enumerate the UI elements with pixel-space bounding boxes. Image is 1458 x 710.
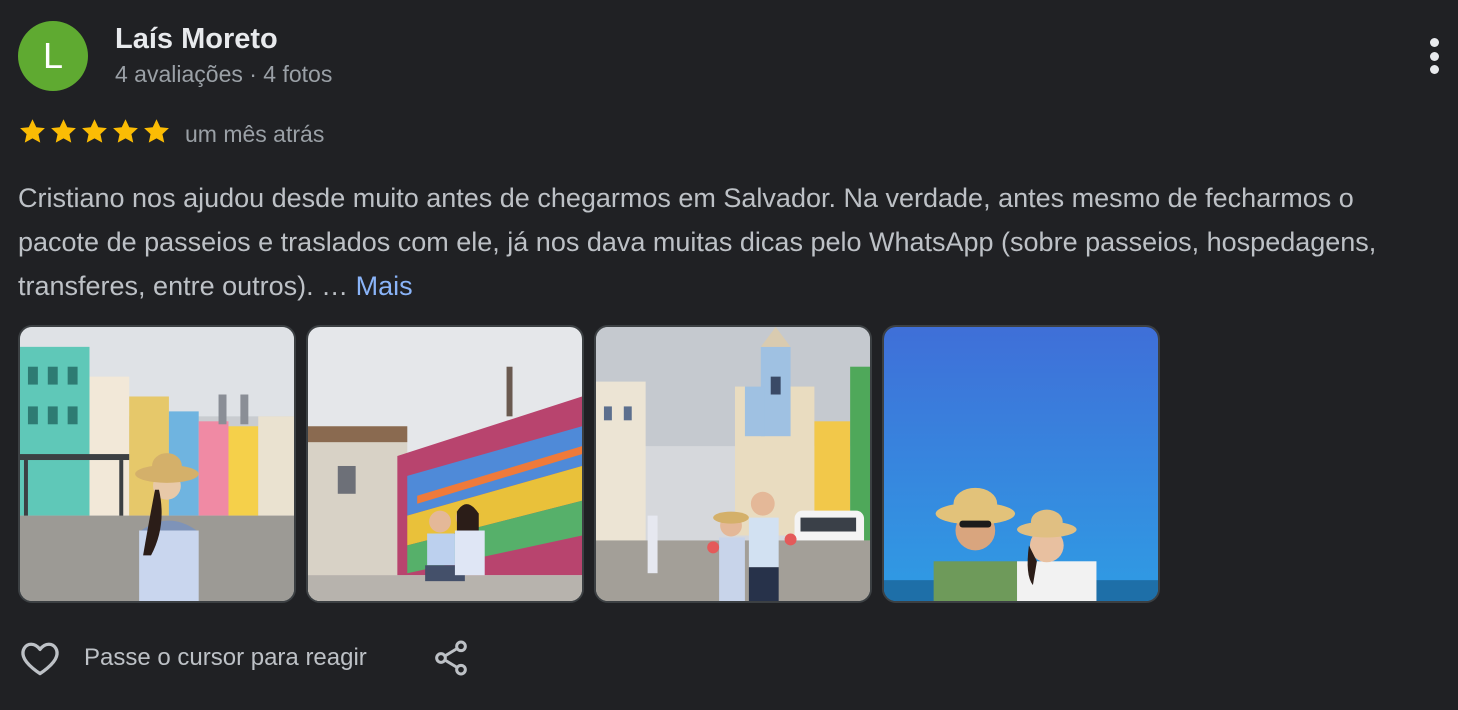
react-button[interactable]: Passe o cursor para reagir	[18, 636, 367, 680]
review-actions: Passe o cursor para reagir	[18, 636, 471, 680]
more-options-icon[interactable]	[1414, 34, 1454, 78]
star-icon	[20, 119, 45, 143]
reviewer-name[interactable]: Laís Moreto	[115, 20, 278, 58]
dot	[1429, 51, 1439, 61]
share-icon[interactable]	[431, 636, 471, 680]
photo-strip	[18, 325, 1160, 603]
reviewer-meta: 4 avaliações · 4 fotos	[115, 61, 333, 87]
dot	[1429, 65, 1439, 74]
photo-beach-couple-hats[interactable]	[882, 325, 1160, 603]
review-text: Cristiano nos ajudou desde muito antes d…	[18, 176, 1438, 308]
react-label: Passe o cursor para reagir	[84, 644, 367, 671]
star-icon	[113, 119, 138, 143]
photo-pelourinho-woman-hat[interactable]	[18, 325, 296, 603]
star-icon	[51, 119, 76, 143]
star-rating	[17, 115, 172, 148]
dot	[1429, 38, 1439, 47]
avatar[interactable]: L	[18, 21, 88, 91]
photo-ribbon-wall-couple[interactable]	[306, 325, 584, 603]
review-date: um mês atrás	[185, 121, 325, 147]
heart-outline-icon	[21, 642, 59, 676]
review-body: Cristiano nos ajudou desde muito antes d…	[18, 183, 1377, 301]
more-link[interactable]: Mais	[356, 271, 413, 301]
star-icon	[82, 119, 107, 143]
star-icon	[144, 119, 169, 143]
photo-church-square-couple[interactable]	[594, 325, 872, 603]
